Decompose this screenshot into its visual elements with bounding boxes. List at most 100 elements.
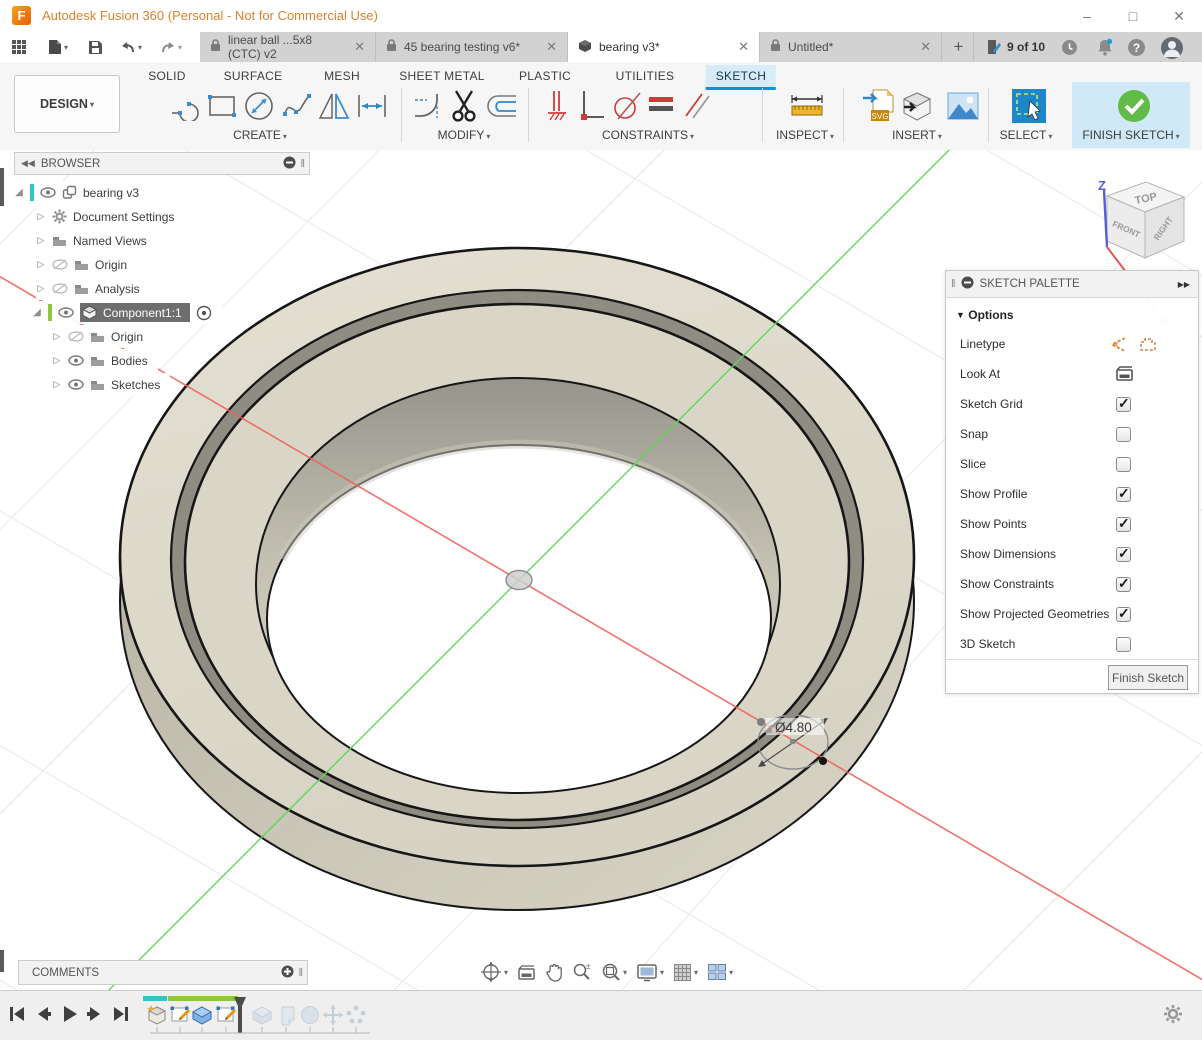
collapse-triangle-icon[interactable]: ▷ bbox=[52, 355, 62, 366]
timeline-step-forward-icon[interactable] bbox=[86, 1005, 104, 1028]
fillet-tool-icon[interactable] bbox=[409, 86, 447, 126]
group-finish-sketch[interactable]: FINISH SKETCH▾ bbox=[1082, 128, 1179, 142]
panel-grip-icon[interactable]: ‖ bbox=[951, 278, 956, 290]
workspace-selector[interactable]: DESIGN▾ bbox=[14, 75, 120, 133]
tab-sheet-metal[interactable]: SHEET METAL bbox=[389, 65, 495, 87]
add-comment-icon[interactable] bbox=[281, 965, 294, 981]
show-profile-checkbox[interactable] bbox=[1116, 487, 1131, 502]
perpendicular-constraint-icon[interactable] bbox=[573, 86, 611, 126]
parallel-constraint-icon[interactable] bbox=[677, 86, 715, 126]
eye-icon[interactable] bbox=[68, 379, 84, 390]
show-projected-geometries-checkbox[interactable] bbox=[1116, 607, 1131, 622]
dimension-label[interactable]: Ø4.80 bbox=[775, 720, 812, 735]
collapse-triangle-icon[interactable]: ▷ bbox=[52, 331, 62, 342]
avatar[interactable] bbox=[1161, 37, 1183, 59]
clock-icon[interactable] bbox=[1061, 39, 1078, 56]
timeline-suppressed-pattern[interactable] bbox=[345, 1004, 367, 1026]
tab-45-bearing-testing[interactable]: 45 bearing testing v6* ✕ bbox=[376, 32, 568, 62]
sketch-palette-header[interactable]: ‖ SKETCH PALETTE ▶▶ bbox=[946, 271, 1198, 298]
timeline-sketch-feature[interactable] bbox=[169, 1004, 191, 1026]
tab-bearing-v3[interactable]: bearing v3* ✕ bbox=[568, 32, 760, 62]
comments-bar[interactable]: COMMENTS ‖ bbox=[18, 960, 308, 985]
insert-canvas-icon[interactable] bbox=[944, 86, 982, 126]
finish-sketch-icon[interactable] bbox=[1115, 86, 1153, 126]
measure-tool-icon[interactable] bbox=[787, 86, 825, 126]
tree-item-sketches[interactable]: ▷ Sketches bbox=[52, 373, 170, 396]
timeline-go-start-icon[interactable] bbox=[8, 1005, 26, 1028]
orbit-icon[interactable]: ▾ bbox=[480, 961, 508, 983]
browser-header[interactable]: ◀◀ BROWSER ‖ bbox=[14, 152, 310, 175]
group-create[interactable]: CREATE▾ bbox=[233, 128, 287, 142]
trim-tool-icon[interactable] bbox=[445, 86, 483, 126]
tangent-constraint-icon[interactable] bbox=[608, 86, 646, 126]
tab-solid[interactable]: SOLID bbox=[138, 65, 196, 87]
new-tab-button[interactable]: + bbox=[944, 32, 974, 62]
finish-sketch-button[interactable]: Finish Sketch bbox=[1108, 665, 1188, 690]
left-panel-grip[interactable] bbox=[0, 950, 4, 972]
grid-settings-icon[interactable]: ▾ bbox=[673, 963, 698, 982]
eye-off-icon[interactable] bbox=[68, 331, 84, 342]
panel-grip-icon[interactable]: ‖ bbox=[300, 158, 305, 170]
collapse-triangle-icon[interactable]: ▷ bbox=[52, 379, 62, 390]
show-points-checkbox[interactable] bbox=[1116, 517, 1131, 532]
tree-item-origin[interactable]: ▷ Origin bbox=[36, 253, 137, 276]
tab-close-icon[interactable]: ✕ bbox=[738, 39, 749, 55]
eye-icon[interactable] bbox=[40, 187, 56, 198]
timeline-extrude-feature[interactable] bbox=[191, 1004, 213, 1026]
show-dimensions-checkbox[interactable] bbox=[1116, 547, 1131, 562]
options-section[interactable]: ▼ Options bbox=[946, 301, 1198, 329]
insert-derive-icon[interactable] bbox=[898, 86, 936, 126]
timeline-suppressed-move[interactable] bbox=[322, 1004, 344, 1026]
collapse-panel-icon[interactable]: ◀◀ bbox=[21, 158, 35, 169]
snap-checkbox[interactable] bbox=[1116, 427, 1131, 442]
selected-component[interactable]: Component1:1 bbox=[80, 303, 190, 322]
tree-item-analysis[interactable]: ▷ Analysis bbox=[36, 277, 150, 300]
tab-sketch[interactable]: SKETCH bbox=[706, 65, 776, 90]
eye-off-icon[interactable] bbox=[52, 259, 68, 270]
circle-tool-icon[interactable] bbox=[240, 86, 278, 126]
undo-icon[interactable]: ▾ bbox=[116, 36, 146, 58]
fix-constraint-icon[interactable] bbox=[538, 86, 576, 126]
tab-close-icon[interactable]: ✕ bbox=[920, 39, 931, 55]
tree-item-origin-child[interactable]: ▷ Origin bbox=[52, 325, 153, 348]
sketch-grid-checkbox[interactable] bbox=[1116, 397, 1131, 412]
redo-icon[interactable]: ▾ bbox=[156, 36, 186, 58]
origin-marker[interactable] bbox=[506, 571, 532, 590]
tab-utilities[interactable]: UTILITIES bbox=[606, 65, 685, 87]
timeline-suppressed-revolve[interactable] bbox=[299, 1004, 321, 1026]
projected-geometry-icon[interactable] bbox=[1138, 336, 1158, 355]
viewports-icon[interactable]: ▾ bbox=[707, 963, 733, 981]
close-button[interactable]: ✕ bbox=[1164, 6, 1194, 26]
app-grid-icon[interactable] bbox=[8, 36, 30, 58]
minimize-button[interactable]: – bbox=[1072, 6, 1102, 26]
group-insert[interactable]: INSERT▾ bbox=[892, 128, 942, 142]
expand-triangle-icon[interactable]: ◢ bbox=[32, 307, 42, 318]
timeline-suppressed-extrude[interactable] bbox=[251, 1004, 273, 1026]
group-select[interactable]: SELECT▾ bbox=[1000, 128, 1053, 142]
look-at-icon[interactable] bbox=[517, 964, 536, 981]
collapse-triangle-icon[interactable]: ▷ bbox=[36, 283, 46, 294]
hide-panel-icon[interactable] bbox=[961, 276, 974, 292]
tab-linear-ball[interactable]: linear ball ...5x8 (CTC) v2 ✕ bbox=[200, 32, 376, 62]
group-modify[interactable]: MODIFY▾ bbox=[438, 128, 491, 142]
panel-grip-icon[interactable]: ‖ bbox=[298, 967, 303, 979]
tab-plastic[interactable]: PLASTIC bbox=[509, 65, 581, 87]
tab-untitled[interactable]: Untitled* ✕ bbox=[760, 32, 942, 62]
timeline-go-end-icon[interactable] bbox=[112, 1005, 130, 1028]
tab-surface[interactable]: SURFACE bbox=[214, 65, 293, 87]
arc-tool-icon[interactable] bbox=[166, 86, 204, 126]
notifications-bell-icon[interactable] bbox=[1096, 38, 1114, 62]
slice-checkbox[interactable] bbox=[1116, 457, 1131, 472]
mirror-tool-icon[interactable] bbox=[315, 86, 353, 126]
eye-icon[interactable] bbox=[58, 307, 74, 318]
sketch-point[interactable] bbox=[757, 718, 765, 726]
maximize-button[interactable]: □ bbox=[1118, 6, 1148, 26]
tree-item-document-settings[interactable]: ▷ Document Settings bbox=[36, 205, 184, 228]
expand-triangle-icon[interactable]: ◢ bbox=[14, 187, 24, 198]
rectangle-tool-icon[interactable] bbox=[203, 86, 241, 126]
eye-icon[interactable] bbox=[68, 355, 84, 366]
pan-icon[interactable] bbox=[545, 962, 563, 982]
file-menu-icon[interactable]: ▾ bbox=[44, 36, 72, 58]
zoom-window-icon[interactable]: ▾ bbox=[601, 962, 627, 982]
hide-panel-icon[interactable] bbox=[283, 156, 296, 172]
